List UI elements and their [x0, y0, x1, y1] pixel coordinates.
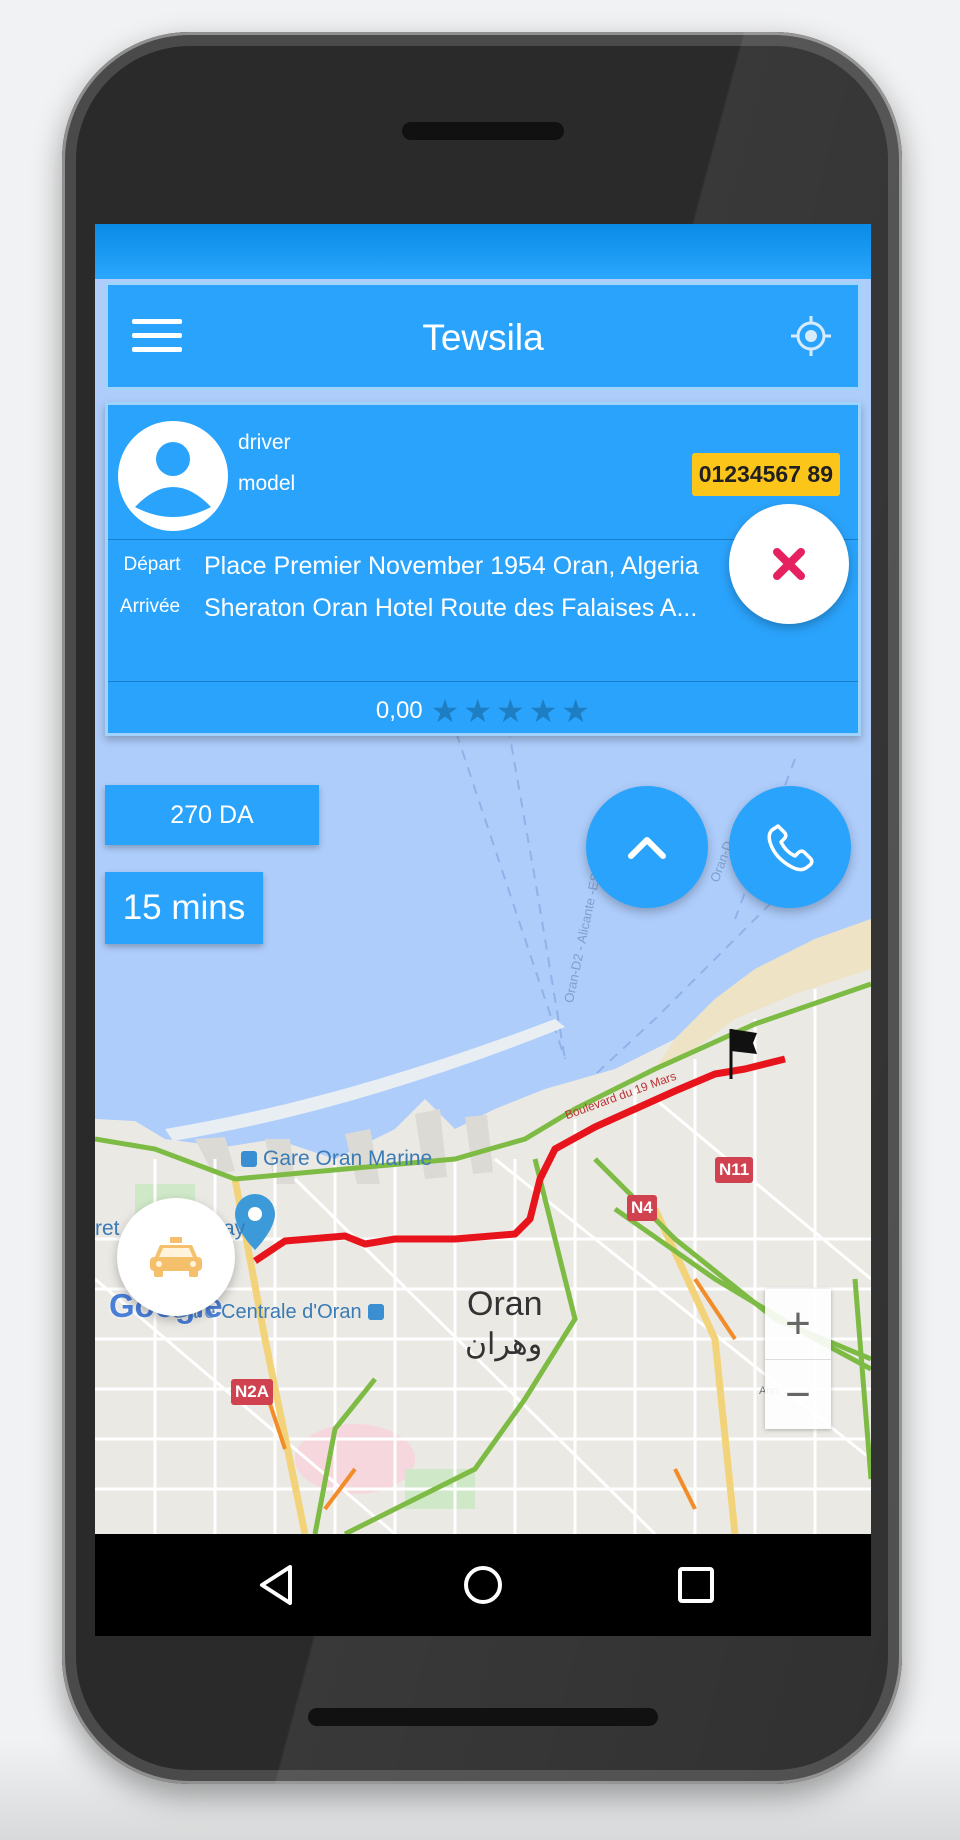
fare-chip: 270 DA: [105, 785, 319, 845]
cancel-trip-button[interactable]: [729, 504, 849, 624]
arrivee-label: Arrivée: [119, 596, 181, 617]
my-location-button[interactable]: [776, 301, 846, 371]
app-screen: Gare Oran Marine Gare Centrale d'Oran re…: [95, 224, 871, 1636]
avatar: [118, 421, 228, 531]
phone-icon: [767, 824, 814, 872]
phone-frame: Gare Oran Marine Gare Centrale d'Oran re…: [62, 32, 902, 1784]
label-city-arabic: وهران: [465, 1328, 543, 1361]
earpiece-speaker: [402, 122, 564, 140]
zoom-out-button[interactable]: −: [765, 1359, 831, 1430]
rating-star: ★: [463, 693, 493, 729]
expand-button[interactable]: [586, 786, 708, 908]
user-avatar-icon: [135, 442, 211, 517]
arrivee-address: Sheraton Oran Hotel Route des Falaises A…: [204, 594, 698, 622]
depart-address: Place Premier November 1954 Oran, Algeri…: [204, 552, 699, 580]
rating-value: 0,00: [375, 697, 423, 724]
depart-label: Départ: [123, 554, 181, 575]
road-shield-n4: N4: [627, 1195, 657, 1221]
app-bar: Tewsila: [105, 282, 861, 390]
close-icon: [773, 548, 805, 580]
rating-star: ★: [496, 693, 525, 729]
rating-star: ★: [430, 693, 460, 729]
app-title: Tewsila: [422, 317, 544, 358]
zoom-in-button[interactable]: +: [765, 1289, 831, 1359]
duration-chip: 15 mins: [105, 872, 263, 944]
rating-star: ★: [528, 693, 558, 729]
driver-name: driver: [238, 431, 291, 454]
rating-star: ★: [561, 693, 591, 729]
gps-target-icon: [791, 316, 831, 356]
recents-square-icon: [678, 1567, 714, 1603]
back-triangle-icon: [260, 1565, 292, 1605]
label-city: Oran: [467, 1285, 543, 1323]
call-driver-button[interactable]: [729, 786, 851, 908]
label-gare-marine: Gare Oran Marine: [241, 1147, 432, 1171]
home-circle-icon: [464, 1566, 502, 1604]
nav-recents-button[interactable]: [665, 1554, 727, 1616]
bottom-speaker: [308, 1708, 658, 1726]
zoom-controls: + −: [765, 1289, 831, 1429]
road-shield-n11: N11: [715, 1157, 754, 1183]
system-navigation-bar: [95, 1534, 871, 1636]
taxi-button[interactable]: [117, 1198, 235, 1316]
status-bar: [95, 224, 871, 279]
nav-back-button[interactable]: [245, 1554, 307, 1616]
driver-rating: 0,00 ★ ★ ★ ★ ★: [108, 691, 858, 731]
license-plate: 01234567 89: [691, 453, 840, 496]
driver-model: model: [238, 472, 296, 495]
chevron-up-icon: [628, 837, 666, 859]
nav-home-button[interactable]: [452, 1554, 514, 1616]
taxi-icon: [150, 1237, 202, 1277]
road-shield-n2a: N2A: [231, 1379, 274, 1405]
